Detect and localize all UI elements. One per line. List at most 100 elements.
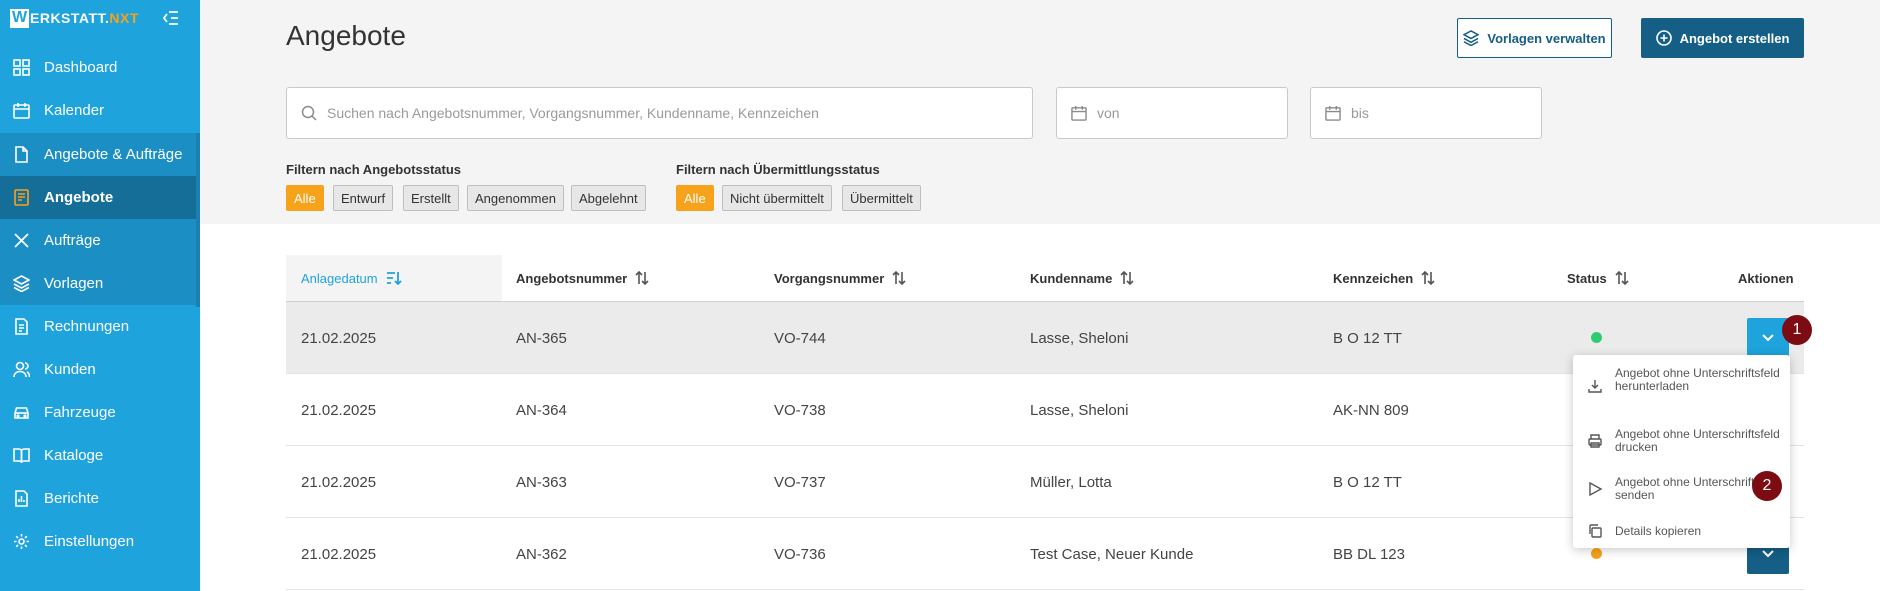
date-to-placeholder: bis bbox=[1351, 105, 1369, 121]
logo-mark: W bbox=[10, 8, 29, 28]
column-header-kundenname[interactable]: Kundenname bbox=[1030, 255, 1134, 301]
sidebar-item-kunden[interactable]: Kunden bbox=[0, 348, 200, 391]
app-logo[interactable]: W ERKSTATT. NXT bbox=[10, 8, 139, 28]
create-offer-button[interactable]: Angebot erstellen bbox=[1641, 18, 1804, 58]
cell-plate: BB DL 123 bbox=[1333, 545, 1405, 563]
manage-templates-label: Vorlagen verwalten bbox=[1487, 30, 1606, 46]
download-icon bbox=[1588, 380, 1602, 393]
cell-customer: Test Case, Neuer Kunde bbox=[1030, 545, 1194, 563]
sidebar-item-label: Dashboard bbox=[44, 59, 118, 76]
send-icon bbox=[1589, 481, 1603, 497]
car-icon bbox=[12, 404, 30, 422]
status-dot bbox=[1591, 548, 1602, 559]
annotation-badge: 1 bbox=[1782, 315, 1812, 345]
search-icon bbox=[301, 105, 317, 121]
cell-process-number: VO-744 bbox=[774, 329, 826, 347]
collapse-sidebar-icon[interactable] bbox=[162, 9, 180, 27]
search-input[interactable]: Suchen nach Angebotsnummer, Vorgangsnumm… bbox=[286, 87, 1033, 139]
sidebar-item-vorlagen[interactable]: Vorlagen bbox=[0, 262, 200, 305]
offer-status-chip-erstellt[interactable]: Erstellt bbox=[403, 185, 459, 211]
menu-item-copy-details[interactable]: Details kopieren bbox=[1573, 522, 1790, 540]
offer-status-filter-label: Filtern nach Angebotsstatus bbox=[286, 162, 462, 177]
search-placeholder: Suchen nach Angebotsnummer, Vorgangsnumm… bbox=[327, 105, 819, 121]
menu-item-download[interactable]: Angebot ohne Unterschriftsfeld herunterl… bbox=[1573, 365, 1790, 407]
sort-icon bbox=[1421, 271, 1435, 285]
printer-icon bbox=[1588, 434, 1602, 448]
logo-text: ERKSTATT. bbox=[30, 10, 110, 26]
layers-icon bbox=[1463, 30, 1480, 46]
cell-date: 21.02.2025 bbox=[301, 401, 377, 419]
cell-customer: Müller, Lotta bbox=[1030, 473, 1112, 491]
sort-icon bbox=[892, 271, 906, 285]
chevron-down-icon bbox=[1762, 550, 1774, 558]
column-header-angebotsnummer[interactable]: Angebotsnummer bbox=[516, 255, 649, 301]
cell-date: 21.02.2025 bbox=[301, 329, 377, 347]
cell-offer-number: AN-363 bbox=[516, 473, 567, 491]
sidebar-item-label: Kunden bbox=[44, 361, 96, 378]
menu-item-print[interactable]: Angebot ohne Unterschriftsfeld drucken bbox=[1573, 426, 1790, 456]
sidebar-item-kalender[interactable]: Kalender bbox=[0, 89, 200, 132]
tools-icon bbox=[12, 232, 30, 250]
cell-offer-number: AN-362 bbox=[516, 545, 567, 563]
offer-icon bbox=[12, 189, 30, 207]
dashboard-icon bbox=[12, 59, 30, 77]
sidebar-item-dashboard[interactable]: Dashboard bbox=[0, 46, 200, 89]
transmission-status-chip-nicht-uebermittelt[interactable]: Nicht übermittelt bbox=[722, 185, 832, 211]
sidebar-item-label: Rechnungen bbox=[44, 318, 130, 335]
sidebar-item-label: Kalender bbox=[44, 102, 105, 119]
sidebar-item-fahrzeuge[interactable]: Fahrzeuge bbox=[0, 391, 200, 434]
report-icon bbox=[12, 490, 30, 508]
create-offer-label: Angebot erstellen bbox=[1679, 30, 1790, 46]
sort-icon bbox=[635, 271, 649, 285]
copy-icon bbox=[1589, 524, 1602, 538]
sidebar-item-auftraege[interactable]: Aufträge bbox=[0, 219, 200, 262]
sidebar-item-einstellungen[interactable]: Einstellungen bbox=[0, 520, 200, 563]
row-actions-dropdown: Angebot ohne Unterschriftsfeld herunterl… bbox=[1573, 355, 1790, 548]
nav-group-indicator bbox=[196, 133, 200, 307]
cell-offer-number: AN-364 bbox=[516, 401, 567, 419]
column-header-aktionen: Aktionen bbox=[1738, 270, 1794, 286]
offer-status-chip-entwurf[interactable]: Entwurf bbox=[333, 185, 394, 211]
page-title: Angebote bbox=[286, 20, 406, 51]
offer-status-chip-angenommen[interactable]: Angenommen bbox=[467, 185, 564, 211]
sidebar-item-label: Fahrzeuge bbox=[44, 404, 116, 421]
sidebar-item-kataloge[interactable]: Kataloge bbox=[0, 434, 200, 477]
cell-plate: AK-NN 809 bbox=[1333, 401, 1409, 419]
date-from-input[interactable]: von bbox=[1056, 87, 1288, 139]
status-dot bbox=[1591, 332, 1602, 343]
transmission-status-chip-alle[interactable]: Alle bbox=[676, 185, 714, 211]
cell-plate: B O 12 TT bbox=[1333, 473, 1402, 491]
cell-offer-number: AN-365 bbox=[516, 329, 567, 347]
invoice-icon bbox=[12, 318, 30, 336]
sort-desc-icon bbox=[386, 272, 402, 285]
plus-circle-icon bbox=[1655, 30, 1672, 46]
document-icon bbox=[12, 146, 30, 164]
logo-accent: NXT bbox=[109, 10, 139, 26]
offer-status-chip-alle[interactable]: Alle bbox=[286, 185, 324, 211]
cell-process-number: VO-736 bbox=[774, 545, 826, 563]
sidebar-item-rechnungen[interactable]: Rechnungen bbox=[0, 305, 200, 348]
column-header-anlagedatum[interactable]: Anlagedatum bbox=[286, 255, 502, 301]
offer-status-chip-abgelehnt[interactable]: Abgelehnt bbox=[571, 185, 646, 211]
cell-date: 21.02.2025 bbox=[301, 545, 377, 563]
column-header-status[interactable]: Status bbox=[1567, 255, 1629, 301]
sidebar-item-angebote[interactable]: Angebote bbox=[0, 176, 200, 219]
calendar-icon bbox=[1071, 105, 1087, 121]
sidebar-item-label: Aufträge bbox=[44, 232, 101, 249]
transmission-status-filter-label: Filtern nach Übermittlungsstatus bbox=[676, 162, 880, 177]
date-to-input[interactable]: bis bbox=[1310, 87, 1542, 139]
sort-icon bbox=[1120, 271, 1134, 285]
calendar-icon bbox=[12, 102, 30, 120]
transmission-status-chip-uebermittelt[interactable]: Übermittelt bbox=[842, 185, 921, 211]
date-from-placeholder: von bbox=[1097, 105, 1120, 121]
sidebar-item-label: Angebote bbox=[44, 189, 114, 206]
cell-process-number: VO-737 bbox=[774, 473, 826, 491]
column-header-vorgangsnummer[interactable]: Vorgangsnummer bbox=[774, 255, 906, 301]
sidebar-item-label: Einstellungen bbox=[44, 533, 135, 550]
sidebar-item-angebote-auftraege[interactable]: Angebote & Aufträge bbox=[0, 133, 200, 176]
cell-customer: Lasse, Sheloni bbox=[1030, 329, 1129, 347]
manage-templates-button[interactable]: Vorlagen verwalten bbox=[1457, 18, 1612, 58]
sidebar-item-label: Angebote & Aufträge bbox=[44, 146, 183, 163]
sidebar-item-berichte[interactable]: Berichte bbox=[0, 477, 200, 520]
column-header-kennzeichen[interactable]: Kennzeichen bbox=[1333, 255, 1435, 301]
